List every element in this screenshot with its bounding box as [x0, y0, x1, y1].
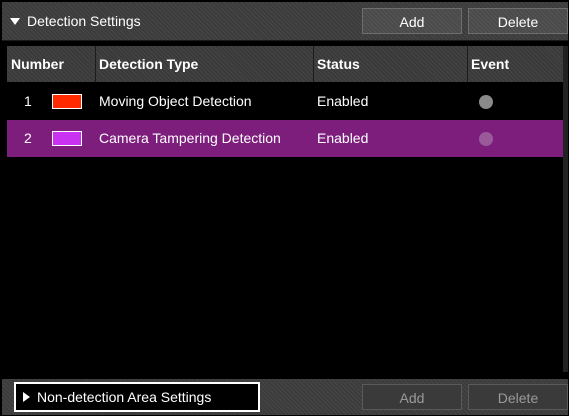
- triangle-right-icon: [23, 392, 30, 402]
- row-number: 1: [24, 93, 32, 109]
- detection-status: Enabled: [317, 130, 369, 146]
- add-detection-button[interactable]: Add: [362, 8, 462, 34]
- detection-type: Moving Object Detection: [99, 93, 252, 109]
- detection-settings-header: Detection Settings Add Delete: [2, 2, 568, 41]
- detection-settings-toggle[interactable]: Detection Settings: [10, 10, 141, 32]
- row-number: 2: [24, 130, 32, 146]
- table-scrollbar[interactable]: [563, 46, 568, 372]
- table-header: Number Detection Type Status Event: [7, 46, 563, 82]
- column-header-number[interactable]: Number: [7, 46, 96, 82]
- delete-non-detection-button[interactable]: Delete: [468, 384, 568, 410]
- detection-status: Enabled: [317, 93, 369, 109]
- add-non-detection-button[interactable]: Add: [362, 384, 462, 410]
- column-header-status[interactable]: Status: [314, 46, 468, 82]
- color-swatch: [52, 94, 82, 109]
- detection-settings-title: Detection Settings: [27, 13, 141, 29]
- non-detection-area-toggle[interactable]: Non-detection Area Settings: [14, 382, 260, 412]
- detection-settings-panel: Detection Settings Add Delete Number Det…: [0, 0, 569, 416]
- event-indicator-icon: [479, 132, 493, 146]
- triangle-down-icon: [10, 17, 20, 25]
- table-row[interactable]: 2 Camera Tampering Detection Enabled: [7, 120, 563, 157]
- event-indicator-icon: [479, 95, 493, 109]
- column-header-detection-type[interactable]: Detection Type: [96, 46, 314, 82]
- delete-detection-button[interactable]: Delete: [468, 8, 568, 34]
- detection-type: Camera Tampering Detection: [99, 130, 281, 146]
- color-swatch: [52, 131, 82, 146]
- table-row[interactable]: 1 Moving Object Detection Enabled: [7, 83, 563, 120]
- non-detection-area-title: Non-detection Area Settings: [37, 389, 212, 405]
- column-header-event[interactable]: Event: [468, 46, 563, 82]
